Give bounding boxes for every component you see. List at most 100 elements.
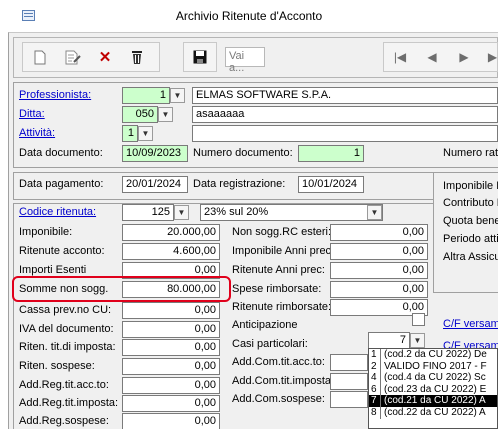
data-registrazione-label: Data registrazione:: [193, 178, 286, 190]
attivita-link[interactable]: Attività:: [19, 127, 55, 139]
ritenute-anni-field[interactable]: 0,00: [330, 262, 428, 279]
add-com-acc-field[interactable]: [330, 354, 368, 371]
data-pagamento-field[interactable]: 20/01/2024: [122, 176, 188, 193]
imponibile-anni-field[interactable]: 0,00: [330, 243, 428, 260]
edit-document-icon: [65, 50, 81, 64]
right-periodo-label: Periodo atti: [443, 233, 498, 245]
riten-tit-field[interactable]: 0,00: [122, 339, 220, 356]
next-record-button[interactable]: ▶: [452, 44, 476, 70]
ditta-code-field[interactable]: 050: [122, 106, 158, 123]
dropdown-option[interactable]: 6 (cod.23 da CU 2022) E: [369, 383, 497, 396]
codice-ritenuta-field[interactable]: 125: [122, 204, 174, 221]
riten-sospese-label: Riten. sospese:: [19, 360, 95, 372]
payment-top-border: [13, 172, 498, 173]
riten-tit-label: Riten. tit.di imposta:: [19, 341, 116, 353]
payment-left-border: [13, 172, 14, 199]
non-sogg-rc-field[interactable]: 0,00: [330, 224, 428, 241]
somme-non-sogg-field[interactable]: 80.000,00: [122, 281, 220, 298]
add-reg-acc-label: Add.Reg.tit.acc.to:: [19, 379, 109, 391]
dropdown-option-number: 2: [369, 360, 381, 373]
attivita-dropdown-button[interactable]: ▼: [138, 126, 153, 141]
dropdown-option[interactable]: 2 VALIDO FINO 2017 - F: [369, 360, 497, 373]
chevron-down-icon: ▼: [413, 336, 422, 345]
dropdown-option-number: 1: [369, 349, 381, 361]
previous-record-button[interactable]: ◀: [420, 44, 444, 70]
casi-particolari-dropdown-button[interactable]: ▼: [410, 333, 425, 348]
spese-rimborsate-field[interactable]: 0,00: [330, 281, 428, 298]
add-reg-imposta-field[interactable]: 0,00: [122, 395, 220, 412]
save-button[interactable]: [187, 44, 213, 70]
dropdown-option-text: VALIDO FINO 2017 - F: [384, 360, 487, 372]
casi-particolari-label: Casi particolari:: [232, 338, 308, 350]
cassa-prev-field[interactable]: 0,00: [122, 302, 220, 319]
ritenute-anni-label: Ritenute Anni prec:: [232, 264, 325, 276]
delete-button[interactable]: [124, 44, 150, 70]
dropdown-option[interactable]: 1 (cod.2 da CU 2022) De: [369, 349, 497, 361]
chevron-down-icon: ▼: [173, 91, 182, 100]
next-icon: ▶: [459, 50, 469, 64]
dropdown-option-text: (cod.23 da CU 2022) E: [384, 383, 487, 395]
dropdown-option[interactable]: 8 (cod.22 da CU 2022) A: [369, 406, 497, 419]
anticipazione-checkbox[interactable]: [412, 313, 425, 326]
dropdown-option[interactable]: 7 (cod.21 da CU 2022) A: [369, 395, 497, 407]
dropdown-option[interactable]: 4 (cod.4 da CU 2022) Sc: [369, 372, 497, 384]
dropdown-option-text: (cod.22 da CU 2022) A: [384, 406, 486, 418]
add-reg-sospese-field[interactable]: 0,00: [122, 413, 220, 429]
numero-documento-field[interactable]: 1: [298, 145, 364, 162]
data-documento-label: Data documento:: [19, 147, 103, 159]
dropdown-option-number: 4: [369, 372, 381, 384]
riten-sospese-field[interactable]: 0,00: [122, 358, 220, 375]
ritenute-acconto-label: Ritenute acconto:: [19, 245, 105, 257]
dropdown-option-text: (cod.21 da CU 2022) A: [384, 395, 486, 407]
attivita-code-field[interactable]: 1: [122, 125, 138, 142]
header-top-border: [13, 82, 498, 83]
add-reg-acc-field[interactable]: 0,00: [122, 377, 220, 394]
add-com-imposta-field[interactable]: [330, 373, 368, 390]
ditta-dropdown-button[interactable]: ▼: [158, 107, 173, 122]
window-title: Archivio Ritenute d'Acconto: [175, 9, 323, 23]
cf-versamento-link-1[interactable]: C/F versam: [443, 318, 498, 330]
data-registrazione-field[interactable]: 10/01/2024: [298, 176, 364, 193]
ditta-link[interactable]: Ditta:: [19, 108, 45, 120]
right-imponibile-label: Imponibile F: [443, 180, 498, 192]
attivita-name-field: [192, 125, 498, 142]
codice-ritenuta-desc-dropdown-button[interactable]: ▼: [367, 205, 382, 220]
casi-particolari-dropdown-list: 1 (cod.2 da CU 2022) De 2 VALIDO FINO 2017 …: [368, 348, 498, 429]
professionista-link[interactable]: Professionista:: [19, 89, 91, 101]
data-documento-field[interactable]: 10/09/2023: [122, 145, 188, 162]
dropdown-option-number: 6: [369, 383, 381, 396]
codice-ritenuta-link[interactable]: Codice ritenuta:: [19, 206, 96, 218]
chevron-down-icon: ▼: [177, 208, 186, 217]
dropdown-option-text: (cod.4 da CU 2022) Sc: [384, 372, 486, 384]
data-pagamento-label: Data pagamento:: [19, 178, 104, 190]
new-record-button[interactable]: [27, 44, 53, 70]
dropdown-option-text: (cod.2 da CU 2022) De: [384, 349, 487, 360]
first-record-button[interactable]: |◀: [388, 44, 412, 70]
right-panel-bottom-border: [433, 292, 498, 293]
imponibile-field[interactable]: 20.000,00: [122, 224, 220, 241]
header-bottom-border: [13, 167, 498, 168]
iva-documento-field[interactable]: 0,00: [122, 321, 220, 338]
codice-ritenuta-dropdown-button[interactable]: ▼: [174, 205, 189, 220]
ritenute-rimborsate-label: Ritenute rimborsate:: [232, 301, 332, 313]
importi-esenti-label: Importi Esenti: [19, 264, 87, 276]
codice-ritenuta-desc-field[interactable]: 23% sul 20%: [200, 204, 383, 221]
add-com-sospese-field[interactable]: [330, 391, 368, 408]
cancel-button[interactable]: ✕: [92, 44, 118, 70]
professionista-code-field[interactable]: 1: [122, 87, 170, 104]
ritenute-acconto-field[interactable]: 4.600,00: [122, 243, 220, 260]
professionista-name-field: ELMAS SOFTWARE S.P.A.: [192, 87, 498, 104]
last-record-button[interactable]: ▶|: [482, 44, 498, 70]
payment-bottom-border: [13, 199, 433, 200]
casi-particolari-field[interactable]: 7: [368, 332, 410, 349]
right-contributo-label: Contributo F: [443, 197, 498, 209]
professionista-dropdown-button[interactable]: ▼: [170, 88, 185, 103]
add-com-imposta-label: Add.Com.tit.imposta:: [232, 375, 335, 387]
main-left-border: [13, 203, 14, 429]
right-quota-label: Quota bene: [443, 215, 498, 227]
edit-record-button[interactable]: [60, 44, 86, 70]
cassa-prev-label: Cassa prev.no CU:: [19, 304, 112, 316]
goto-input[interactable]: Vai a...: [225, 47, 265, 74]
new-document-icon: [34, 50, 46, 64]
non-sogg-rc-label: Non sogg.RC esteri:: [232, 226, 332, 238]
